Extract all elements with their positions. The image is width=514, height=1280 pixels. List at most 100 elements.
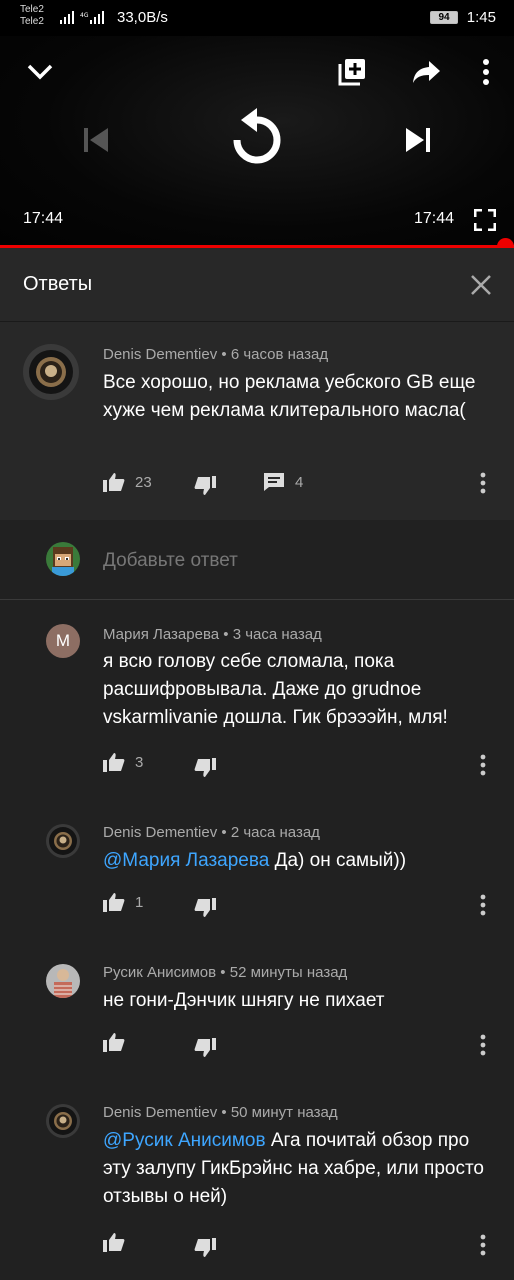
like-button[interactable] xyxy=(103,1032,135,1052)
thumb-down-icon xyxy=(194,758,216,777)
replies-title: Ответы xyxy=(23,273,93,295)
reply-item: Русик Анисимов • 52 минуты назад не гони… xyxy=(0,940,514,1085)
comment-body: Да) он самый)) xyxy=(269,850,407,871)
comment-text: не гони-Дэнчик шнягу не пихает xyxy=(103,987,493,1015)
meta-separator: • xyxy=(221,1104,227,1121)
thumb-up-icon xyxy=(103,473,125,492)
comment-text: Все хорошо, но реклама уебского GB еще х… xyxy=(103,372,476,421)
thumb-down-icon xyxy=(194,1238,216,1257)
avatar[interactable] xyxy=(23,344,79,400)
skip-next-icon[interactable] xyxy=(398,120,438,160)
thumb-down-icon xyxy=(194,898,216,917)
reply-input[interactable]: Добавьте ответ xyxy=(103,550,238,572)
thumb-up-icon xyxy=(103,753,125,772)
signal-icon: 4G xyxy=(60,11,104,24)
comment-meta: Denis Dementiev • 2 часа назад xyxy=(103,824,320,841)
like-button[interactable]: 23 xyxy=(103,472,152,492)
share-icon[interactable] xyxy=(408,54,446,90)
avatar[interactable] xyxy=(46,1104,80,1138)
replies-header: Ответы xyxy=(0,248,514,322)
comment-actions xyxy=(103,1032,503,1058)
meta-separator: • xyxy=(223,626,229,643)
thumb-down-icon xyxy=(194,1038,216,1057)
fullscreen-icon[interactable] xyxy=(470,206,500,234)
dislike-button[interactable] xyxy=(194,758,216,778)
like-count: 3 xyxy=(135,753,144,771)
replay-icon[interactable] xyxy=(222,102,292,174)
reply-item: Denis Dementiev • 50 минут назад @Русик … xyxy=(0,1080,514,1280)
reply-item: Denis Dementiev • 2 часа назад @Мария Ла… xyxy=(0,800,514,940)
comment-actions: 23 4 xyxy=(103,472,503,498)
replies-count-button[interactable]: 4 xyxy=(263,472,303,492)
thumb-up-icon xyxy=(103,1233,125,1252)
carrier-1: Tele2 xyxy=(20,4,44,15)
avatar[interactable] xyxy=(46,964,80,998)
chevron-down-icon[interactable] xyxy=(20,54,60,90)
meta-separator: • xyxy=(221,346,227,363)
mention-link[interactable]: @Русик Анисимов xyxy=(103,1130,266,1151)
carrier-2: Tele2 xyxy=(20,16,44,27)
like-count: 1 xyxy=(135,893,144,911)
current-time: 17:44 xyxy=(23,210,64,227)
comment-actions: 1 xyxy=(103,892,503,918)
dislike-button[interactable] xyxy=(194,898,216,918)
dislike-button[interactable] xyxy=(194,1038,216,1058)
like-button[interactable]: 1 xyxy=(103,892,143,912)
thumb-down-icon xyxy=(194,476,216,495)
mention-link[interactable]: @Мария Лазарева xyxy=(103,850,269,871)
dislike-button[interactable] xyxy=(194,1238,216,1258)
meta-separator: • xyxy=(221,824,227,841)
battery-icon: 94 xyxy=(430,11,458,24)
comment-time: 52 минуты назад xyxy=(229,964,348,981)
comment-text: @Русик Анисимов Ага почитай обзор про эт… xyxy=(103,1127,493,1211)
comment-meta: Мария Лазарева • 3 часа назад xyxy=(103,626,322,643)
clock: 1:45 xyxy=(466,9,496,26)
comment-time: 50 минут назад xyxy=(230,1104,338,1121)
svg-text:4G: 4G xyxy=(80,12,89,19)
dislike-button[interactable] xyxy=(194,476,216,496)
network-speed: 33,0B/s xyxy=(117,9,168,26)
more-vert-icon[interactable] xyxy=(480,754,486,776)
close-icon[interactable] xyxy=(466,270,496,300)
add-to-playlist-icon[interactable] xyxy=(333,54,371,90)
duration: 17:44 xyxy=(414,210,455,227)
video-player[interactable]: 17:44 17:44 xyxy=(0,36,514,248)
more-vert-icon[interactable] xyxy=(480,894,486,916)
meta-separator: • xyxy=(220,964,226,981)
thumb-up-icon xyxy=(103,893,125,912)
comment-time: 2 часа назад xyxy=(230,824,320,841)
comment-body: не гони-Дэнчик шнягу не пихает xyxy=(103,990,385,1011)
comment-author[interactable]: Русик Анисимов xyxy=(103,964,216,981)
comment-text: я всю голову себе сломала, пока расшифро… xyxy=(103,648,493,732)
more-vert-icon[interactable] xyxy=(472,54,500,90)
comment-time: 6 часов назад xyxy=(230,346,329,363)
avatar xyxy=(46,542,80,576)
add-reply-row[interactable]: Добавьте ответ xyxy=(0,520,514,600)
reply-item: M Мария Лазарева • 3 часа назад я всю го… xyxy=(0,600,514,800)
reply-count: 4 xyxy=(295,473,304,491)
comment-meta: Denis Dementiev • 50 минут назад xyxy=(103,1104,338,1121)
comment-actions: 3 xyxy=(103,752,503,778)
status-bar: Tele2 Tele2 4G 33,0B/s 94 1:45 xyxy=(0,0,514,36)
comment-icon xyxy=(264,473,284,491)
comment-author[interactable]: Denis Dementiev xyxy=(103,346,217,363)
skip-previous-icon xyxy=(76,120,116,160)
like-count: 23 xyxy=(135,473,152,491)
carrier-labels: Tele2 Tele2 xyxy=(20,4,44,28)
like-button[interactable] xyxy=(103,1232,135,1252)
comment-text: @Мария Лазарева Да) он самый)) xyxy=(103,847,493,875)
comment-meta: Русик Анисимов • 52 минуты назад xyxy=(103,964,347,981)
like-button[interactable]: 3 xyxy=(103,752,143,772)
more-vert-icon[interactable] xyxy=(480,472,486,494)
progress-scrubber[interactable] xyxy=(497,238,514,248)
more-vert-icon[interactable] xyxy=(480,1234,486,1256)
comment-body: я всю голову себе сломала, пока расшифро… xyxy=(103,651,448,728)
comment-author[interactable]: Denis Dementiev xyxy=(103,824,217,841)
comment-meta: Denis Dementiev • 6 часов назад xyxy=(103,346,328,363)
more-vert-icon[interactable] xyxy=(480,1034,486,1056)
avatar[interactable] xyxy=(46,824,80,858)
comment-author[interactable]: Denis Dementiev xyxy=(103,1104,217,1121)
comment-time: 3 часа назад xyxy=(232,626,322,643)
comment-author[interactable]: Мария Лазарева xyxy=(103,626,219,643)
avatar[interactable]: M xyxy=(46,624,80,658)
